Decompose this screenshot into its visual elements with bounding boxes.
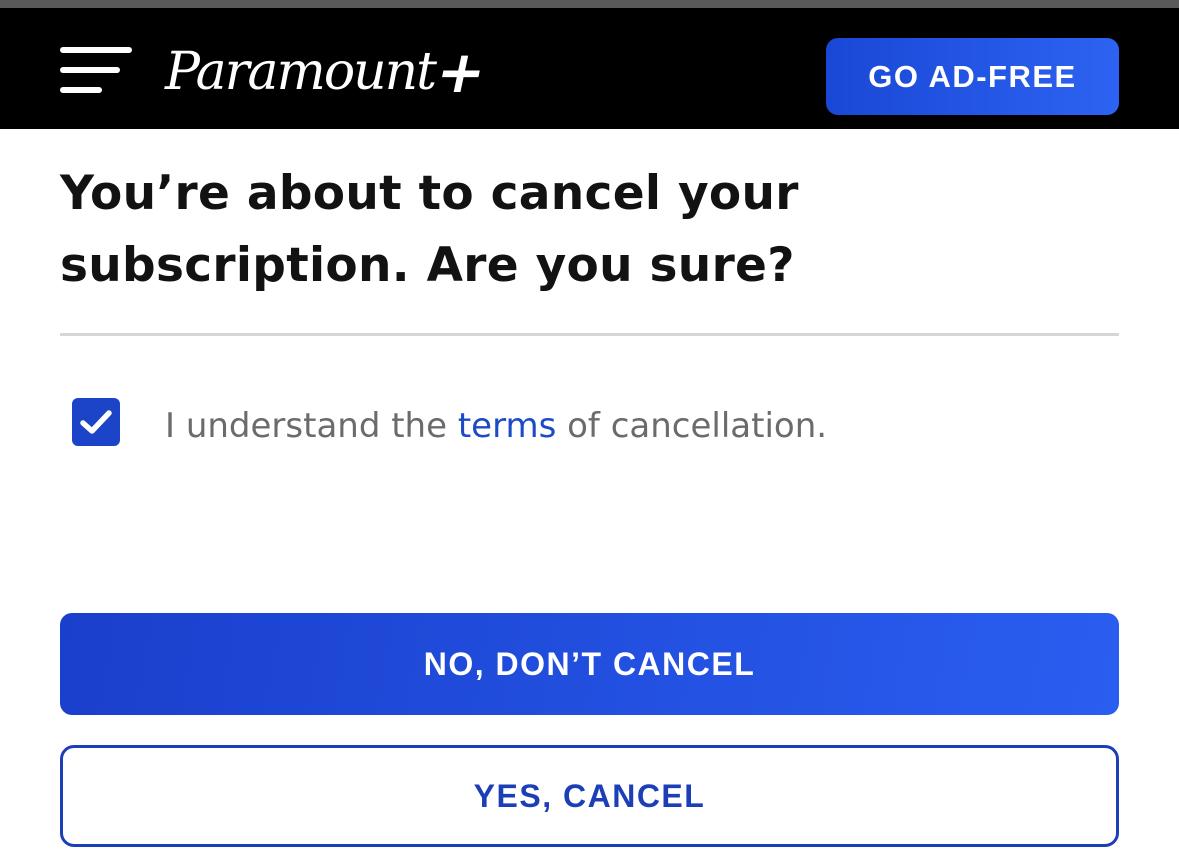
terms-link[interactable]: terms [458,406,556,446]
paramount-plus-logo[interactable]: Paramount + [165,32,493,112]
title-line-1: You’re about to cancel your [60,166,799,221]
checkmark-icon [80,410,112,434]
terms-checkbox[interactable] [72,398,120,446]
divider [60,333,1119,336]
yes-cancel-button[interactable]: YES, CANCEL [60,745,1119,847]
terms-label: I understand the terms of cancellation. [165,400,827,452]
go-ad-free-button[interactable]: GO AD-FREE [826,38,1119,115]
terms-suffix: of cancellation. [556,406,828,446]
app-header: Paramount + GO AD-FREE [0,8,1179,129]
logo-wordmark: Paramount [165,42,437,102]
menu-line [60,67,120,73]
menu-line [60,47,132,53]
logo-plus: + [429,38,493,106]
page-title: You’re about to cancel your subscription… [60,158,1120,302]
terms-prefix: I understand the [165,406,458,446]
menu-line [60,87,102,93]
title-line-2: subscription. Are you sure? [60,238,795,293]
no-dont-cancel-button[interactable]: NO, DON’T CANCEL [60,613,1119,715]
status-strip [0,0,1179,8]
hamburger-menu-icon[interactable] [58,45,134,97]
